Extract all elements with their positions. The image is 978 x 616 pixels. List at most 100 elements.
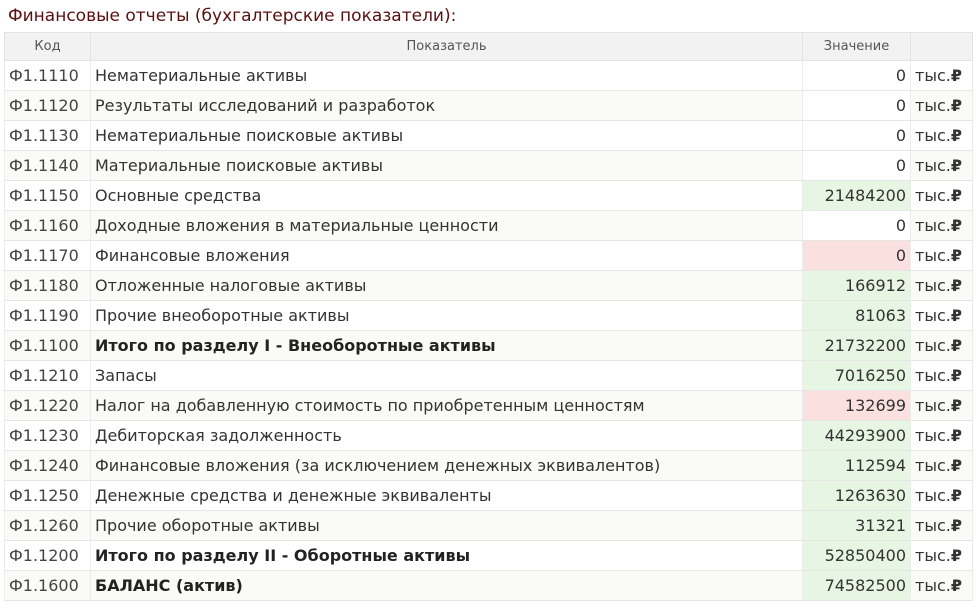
row-code: Ф1.1100 xyxy=(4,330,91,361)
row-unit: тыс.₽ xyxy=(910,390,973,421)
row-value: 112594 xyxy=(802,450,911,481)
table-body: Ф1.1110 Нематериальные активы 0 тыс.₽ Ф1.112… xyxy=(4,60,973,601)
row-unit: тыс.₽ xyxy=(910,180,973,211)
unit-label: тыс. xyxy=(915,426,951,445)
table-header-row: Код Показатель Значение xyxy=(4,32,973,61)
row-code: Ф1.1140 xyxy=(4,150,91,181)
ruble-icon: ₽ xyxy=(950,126,962,145)
row-unit: тыс.₽ xyxy=(910,330,973,361)
row-code: Ф1.1150 xyxy=(4,180,91,211)
ruble-icon: ₽ xyxy=(950,66,962,85)
table-row: Ф1.1180 Отложенные налоговые активы 166912… xyxy=(4,270,973,301)
row-code: Ф1.1220 xyxy=(4,390,91,421)
row-value: 0 xyxy=(802,120,911,151)
row-indicator-name: Денежные средства и денежные эквиваленты xyxy=(90,480,803,511)
row-indicator-name: Финансовые вложения (за исключением дене… xyxy=(90,450,803,481)
table-row: Ф1.1200 Итого по разделу II - Оборотные а… xyxy=(4,540,973,571)
row-code: Ф1.1130 xyxy=(4,120,91,151)
row-value: 74582500 xyxy=(802,570,911,601)
ruble-icon: ₽ xyxy=(950,456,962,475)
row-value: 81063 xyxy=(802,300,911,331)
table-row: Ф1.1220 Налог на добавленную стоимость по… xyxy=(4,390,973,421)
table-row: Ф1.1170 Финансовые вложения 0 тыс.₽ xyxy=(4,240,973,271)
row-code: Ф1.1120 xyxy=(4,90,91,121)
row-code: Ф1.1180 xyxy=(4,270,91,301)
ruble-icon: ₽ xyxy=(950,336,962,355)
table-row: Ф1.1120 Результаты исследований и разрабо… xyxy=(4,90,973,121)
row-indicator-name: Прочие внеоборотные активы xyxy=(90,300,803,331)
row-indicator-name: Запасы xyxy=(90,360,803,391)
row-indicator-name: Отложенные налоговые активы xyxy=(90,270,803,301)
ruble-icon: ₽ xyxy=(950,516,962,535)
row-unit: тыс.₽ xyxy=(910,150,973,181)
row-code: Ф1.1230 xyxy=(4,420,91,451)
row-indicator-name: Итого по разделу II - Оборотные активы xyxy=(90,540,803,571)
row-unit: тыс.₽ xyxy=(910,450,973,481)
row-value: 31321 xyxy=(802,510,911,541)
unit-label: тыс. xyxy=(915,276,951,295)
row-code: Ф1.1110 xyxy=(4,60,91,91)
ruble-icon: ₽ xyxy=(950,576,962,595)
table-row: Ф1.1130 Нематериальные поисковые активы 0 т… xyxy=(4,120,973,151)
unit-label: тыс. xyxy=(915,96,951,115)
row-value: 21484200 xyxy=(802,180,911,211)
table-row: Ф1.1230 Дебиторская задолженность 44293900… xyxy=(4,420,973,451)
row-unit: тыс.₽ xyxy=(910,480,973,511)
column-header-name: Показатель xyxy=(90,32,803,61)
unit-label: тыс. xyxy=(915,516,951,535)
row-value: 52850400 xyxy=(802,540,911,571)
table-row: Ф1.1240 Финансовые вложения (за исключени… xyxy=(4,450,973,481)
unit-label: тыс. xyxy=(915,456,951,475)
row-unit: тыс.₽ xyxy=(910,510,973,541)
row-unit: тыс.₽ xyxy=(910,210,973,241)
table-row: Ф1.1190 Прочие внеоборотные активы 81063 ты… xyxy=(4,300,973,331)
row-indicator-name: Финансовые вложения xyxy=(90,240,803,271)
ruble-icon: ₽ xyxy=(950,306,962,325)
ruble-icon: ₽ xyxy=(950,246,962,265)
row-value: 166912 xyxy=(802,270,911,301)
row-indicator-name: Налог на добавленную стоимость по приобр… xyxy=(90,390,803,421)
unit-label: тыс. xyxy=(915,126,951,145)
ruble-icon: ₽ xyxy=(950,366,962,385)
ruble-icon: ₽ xyxy=(950,276,962,295)
row-value: 7016250 xyxy=(802,360,911,391)
row-unit: тыс.₽ xyxy=(910,570,973,601)
row-code: Ф1.1250 xyxy=(4,480,91,511)
row-unit: тыс.₽ xyxy=(910,300,973,331)
row-value: 1263630 xyxy=(802,480,911,511)
row-unit: тыс.₽ xyxy=(910,120,973,151)
row-indicator-name: Нематериальные поисковые активы xyxy=(90,120,803,151)
row-value: 132699 xyxy=(802,390,911,421)
table-row: Ф1.1260 Прочие оборотные активы 31321 тыс.₽ xyxy=(4,510,973,541)
row-unit: тыс.₽ xyxy=(910,60,973,91)
row-indicator-name: Материальные поисковые активы xyxy=(90,150,803,181)
row-code: Ф1.1170 xyxy=(4,240,91,271)
ruble-icon: ₽ xyxy=(950,396,962,415)
row-code: Ф1.1200 xyxy=(4,540,91,571)
unit-label: тыс. xyxy=(915,216,951,235)
unit-label: тыс. xyxy=(915,246,951,265)
row-code: Ф1.1190 xyxy=(4,300,91,331)
unit-label: тыс. xyxy=(915,486,951,505)
row-unit: тыс.₽ xyxy=(910,360,973,391)
unit-label: тыс. xyxy=(915,576,951,595)
table-row: Ф1.1140 Материальные поисковые активы 0 тыс… xyxy=(4,150,973,181)
table-row: Ф1.1110 Нематериальные активы 0 тыс.₽ xyxy=(4,60,973,91)
row-unit: тыс.₽ xyxy=(910,270,973,301)
row-unit: тыс.₽ xyxy=(910,90,973,121)
unit-label: тыс. xyxy=(915,306,951,325)
row-indicator-name: Итого по разделу I - Внеоборотные активы xyxy=(90,330,803,361)
row-code: Ф1.1260 xyxy=(4,510,91,541)
unit-label: тыс. xyxy=(915,396,951,415)
unit-label: тыс. xyxy=(915,546,951,565)
ruble-icon: ₽ xyxy=(950,156,962,175)
table-row: Ф1.1100 Итого по разделу I - Внеоборотные… xyxy=(4,330,973,361)
row-value: 0 xyxy=(802,90,911,121)
report-title: Финансовые отчеты (бухгалтерские показат… xyxy=(8,6,457,26)
table-row: Ф1.1210 Запасы 7016250 тыс.₽ xyxy=(4,360,973,391)
ruble-icon: ₽ xyxy=(950,216,962,235)
column-header-code: Код xyxy=(4,32,91,61)
row-value: 44293900 xyxy=(802,420,911,451)
ruble-icon: ₽ xyxy=(950,486,962,505)
table-row: Ф1.1600 БАЛАНС (актив) 74582500 тыс.₽ xyxy=(4,570,973,601)
